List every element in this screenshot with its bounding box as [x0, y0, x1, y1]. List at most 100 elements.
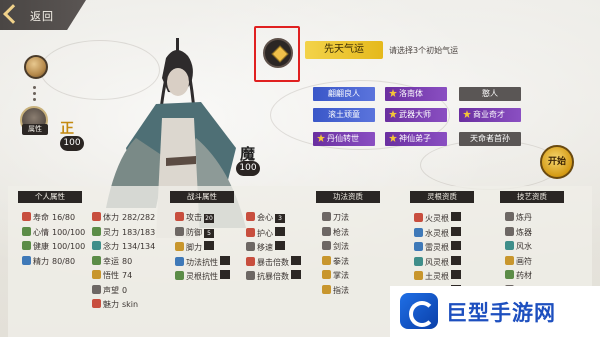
trait-6[interactable]: 丹仙转世	[313, 132, 375, 146]
combat_b-row: 会心 3	[246, 212, 285, 224]
start-button[interactable]: 开始	[540, 145, 574, 179]
personal_b-row: 声望 0	[92, 284, 128, 297]
stat-label: 寿命	[33, 213, 49, 222]
personal-attributes-header: 个人属性	[18, 191, 82, 203]
combat_b-row: 护心	[246, 226, 285, 239]
stat-label: 刀法	[333, 213, 349, 222]
dice-reroll-highlight[interactable]	[254, 26, 300, 82]
herb-icon	[505, 270, 514, 279]
stat-label: 抗暴倍数	[257, 272, 289, 281]
dice-icon[interactable]	[263, 38, 293, 68]
mind-icon	[92, 241, 101, 250]
stat-badge	[451, 241, 461, 250]
trait-4[interactable]: 武器大师	[385, 108, 447, 122]
skills-row: 掌法	[322, 270, 349, 282]
stat-label: 指法	[333, 285, 349, 295]
trait-label: 神仙弟子	[399, 134, 431, 143]
stat-value: 0	[122, 285, 128, 295]
stat-label: 移速	[257, 243, 273, 252]
trait-5[interactable]: 商业奇才	[459, 108, 521, 122]
stat-label: 体力	[103, 213, 119, 222]
stat-badge	[275, 226, 285, 236]
avatar-portrait-icon[interactable]	[24, 55, 48, 79]
back-arrow-icon	[3, 4, 23, 24]
arts-row: 画符	[505, 255, 532, 268]
trait-3[interactable]: 滚土顽童	[313, 108, 375, 122]
stat-label: 火灵根	[425, 214, 449, 223]
stat-label: 功法抗性	[186, 257, 218, 267]
trait-8[interactable]: 天命者首孙	[459, 132, 521, 146]
trait-7[interactable]: 神仙弟子	[385, 132, 447, 146]
trait-label: 武器大师	[399, 110, 431, 119]
luck-icon	[92, 255, 101, 265]
skills-row: 剑法	[322, 241, 349, 253]
personal_b-row: 悟性 74	[92, 270, 132, 282]
stat-badge: 3	[275, 214, 285, 223]
stat-label: 幸运	[103, 256, 119, 266]
spirit-icon	[92, 226, 101, 236]
speed-icon	[246, 242, 255, 251]
roots-row: 风灵根	[414, 255, 461, 268]
stat-value: 16/80	[52, 213, 76, 222]
sword-icon	[175, 212, 184, 221]
arts-row: 炼丹	[505, 212, 532, 224]
combat_a-row: 防御 5	[175, 226, 214, 239]
charm-icon	[92, 299, 101, 308]
energy-icon	[22, 255, 31, 265]
boot-icon	[175, 242, 184, 251]
stat-label: 魅力	[103, 300, 119, 309]
water-root-icon	[414, 227, 423, 237]
star-icon	[463, 110, 471, 118]
trait-1[interactable]: 洛南体	[385, 87, 447, 101]
anti-crit-icon	[246, 271, 255, 280]
stat-badge	[275, 241, 285, 250]
thunder-root-icon	[414, 242, 423, 251]
stat-label: 会心	[257, 213, 273, 222]
stat-badge	[291, 270, 301, 279]
heart-mood-icon	[22, 226, 31, 236]
stat-label: 拳法	[333, 256, 349, 266]
skills-row: 拳法	[322, 255, 349, 268]
combat_b-row: 暴击倍数	[246, 255, 301, 268]
star-icon	[389, 110, 397, 118]
stat-label: 掌法	[333, 271, 349, 280]
stat-badge: 5	[204, 228, 214, 238]
righteous-stance-label: 正	[60, 121, 74, 137]
stat-label: 念力	[103, 242, 119, 251]
stat-label: 灵力	[103, 227, 119, 237]
stat-value: 282/282	[122, 213, 156, 222]
stat-value: 100/100	[52, 227, 86, 237]
health-cross-icon	[22, 241, 31, 250]
stat-label: 画符	[516, 256, 532, 266]
guard-icon	[246, 227, 255, 237]
roots-row: 土灵根	[414, 270, 461, 282]
personal_b-row: 念力 134/134	[92, 241, 155, 253]
trait-label: 天命者首孙	[470, 134, 510, 143]
trait-0[interactable]: 翩翩良人	[313, 87, 375, 101]
stat-label: 攻击	[186, 213, 202, 222]
nav-dots	[33, 86, 37, 104]
stat-label: 水灵根	[425, 228, 449, 238]
personal_b-row: 灵力 183/183	[92, 226, 155, 239]
root-resist-icon	[175, 271, 184, 280]
fengshui-icon	[505, 241, 514, 250]
spirit-root-aptitude-header: 灵根资质	[410, 191, 474, 203]
personal_a-row: 精力 80/80	[22, 255, 75, 268]
personal_b-row: 幸运 80	[92, 255, 133, 268]
stat-badge	[451, 270, 461, 279]
stat-label: 声望	[103, 285, 119, 295]
stat-label: 防御	[186, 227, 202, 237]
trait-label: 洛南体	[399, 89, 423, 98]
stat-label: 风灵根	[425, 257, 449, 267]
trait-label: 翩翩良人	[328, 89, 360, 98]
arts-row: 炼器	[505, 226, 532, 239]
stat-badge	[291, 255, 301, 265]
star-icon	[389, 134, 397, 142]
stat-badge	[220, 270, 230, 279]
righteous-stance-value: 100	[60, 136, 84, 151]
forge-icon	[505, 226, 514, 236]
trait-2[interactable]: 憨人	[459, 87, 521, 101]
stat-value: 80	[122, 256, 133, 266]
skills-row: 指法	[322, 284, 349, 297]
fortune-title: 先天气运	[305, 41, 383, 59]
